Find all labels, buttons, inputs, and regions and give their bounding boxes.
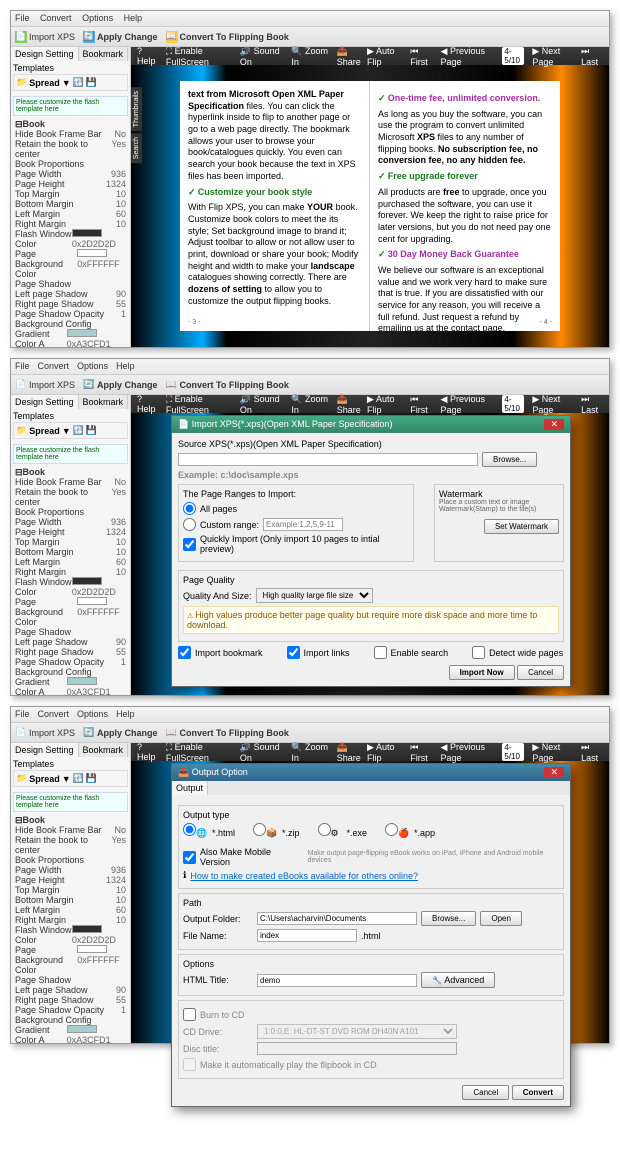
zip-radio[interactable] [253, 823, 266, 836]
template-spread[interactable]: Spread [29, 78, 60, 88]
output-dialog: 📤 Output Option✕ Output Output type 🌐*.h… [171, 763, 571, 1107]
exe-radio[interactable] [318, 823, 331, 836]
book-page-right[interactable]: ✓ One-time fee, unlimited conversion. As… [370, 81, 560, 331]
cd-drive-select: 1:0:0,E: HL-DT-ST DVD ROM DH40N A101 [257, 1024, 457, 1039]
output-folder-input[interactable] [257, 912, 417, 925]
left-panel: Design Setting Bookmark Templates 📁 Spre… [11, 47, 131, 347]
import-links-check[interactable] [287, 646, 300, 659]
float-icon[interactable]: 📁 [16, 77, 27, 88]
menu-help[interactable]: Help [124, 13, 143, 23]
open-button[interactable]: Open [480, 911, 522, 926]
sound-button[interactable]: 🔊 Sound On [240, 46, 283, 67]
prev-button[interactable]: ◀ Previous Page [441, 46, 495, 67]
page-number: - 3 - [188, 318, 200, 327]
close-icon[interactable]: ✕ [544, 419, 564, 430]
browse-button[interactable]: Browse... [482, 452, 537, 467]
last-button[interactable]: ⏭ Last [581, 46, 603, 67]
html-radio[interactable] [183, 823, 196, 836]
window-3: FileConvertOptionsHelp 📄Import XPS 🔄Appl… [10, 706, 610, 1044]
convert-button[interactable]: 📖Convert To Flipping Book [166, 379, 289, 391]
tab-bookmark[interactable]: Bookmark [79, 47, 129, 61]
share-button[interactable]: 📤 Share [337, 46, 367, 67]
import-xps-button[interactable]: 📄Import XPS [15, 31, 75, 43]
autoplay-check [183, 1058, 196, 1071]
detect-wide-check[interactable] [472, 646, 485, 659]
exe-icon: ⚙ [331, 828, 347, 844]
save-icon[interactable]: 💾 [86, 77, 97, 88]
convert-button[interactable]: Convert [512, 1085, 564, 1100]
html-title-input[interactable] [257, 974, 417, 987]
source-input[interactable] [178, 453, 478, 466]
output-tab[interactable]: Output [172, 781, 208, 795]
close-icon[interactable]: ✕ [544, 767, 564, 778]
html-icon: 🌐 [196, 828, 212, 844]
mobile-check[interactable] [183, 851, 196, 864]
apply-change-button[interactable]: 🔄Apply Change [83, 379, 158, 391]
autoflip-button[interactable]: ▶ Auto Flip [367, 46, 402, 67]
app-icon: 🍎 [398, 828, 414, 844]
menubar: File Convert Options Help [11, 11, 609, 27]
window-2: FileConvertOptionsHelp 📄Import XPS 🔄Appl… [10, 358, 610, 696]
dialog-title: 📤 Output Option [178, 767, 248, 778]
dialog-title: 📄 Import XPS(*.xps)(Open XML Paper Speci… [178, 419, 392, 430]
convert-button[interactable]: 📖Convert To Flipping Book [166, 31, 289, 43]
zoom-button[interactable]: 🔍 Zoom In [291, 46, 328, 67]
page-input[interactable]: 4-5/10 [502, 47, 524, 65]
burn-cd-check[interactable] [183, 1008, 196, 1021]
first-button[interactable]: ⏮ First [410, 46, 432, 67]
quality-select[interactable]: High quality large file size [256, 588, 373, 603]
apply-change-button[interactable]: 🔄Apply Change [83, 31, 158, 43]
import-bookmark-check[interactable] [178, 646, 191, 659]
custom-range-radio[interactable] [183, 518, 196, 531]
menu-options[interactable]: Options [82, 13, 113, 23]
all-pages-radio[interactable] [183, 502, 196, 515]
import-now-button[interactable]: Import Now [449, 665, 515, 680]
custom-range-input[interactable] [263, 518, 343, 531]
property-grid[interactable]: ⊟Book Hide Book Frame BarNoRetain the bo… [11, 118, 130, 347]
quick-import-check[interactable] [183, 538, 196, 551]
filename-input[interactable] [257, 929, 357, 942]
advanced-button[interactable]: 🔧 Advanced [421, 972, 495, 988]
disc-title-input [257, 1042, 457, 1055]
templates-label: Templates [13, 63, 128, 73]
howto-link[interactable]: How to make created eBooks available for… [190, 871, 418, 881]
enable-search-check[interactable] [374, 646, 387, 659]
menu-convert[interactable]: Convert [40, 13, 72, 23]
refresh-icon[interactable]: 🔃 [73, 77, 84, 88]
customize-msg: Please customize the flash template here [13, 96, 128, 116]
template-dropdown-icon[interactable]: ▼ [62, 78, 71, 88]
page-number: - 4 - [540, 318, 552, 327]
menu-file[interactable]: File [15, 13, 30, 23]
import-dialog: 📄 Import XPS(*.xps)(Open XML Paper Speci… [171, 415, 571, 687]
set-watermark-button[interactable]: Set Watermark [484, 519, 559, 534]
toolbar: 📄Import XPS 🔄Apply Change 📖Convert To Fl… [11, 27, 609, 47]
import-xps-button[interactable]: 📄Import XPS [15, 379, 75, 391]
book-viewer: ? Help ⛶ Enable FullScreen 🔊 Sound On 🔍 … [131, 47, 609, 347]
fullscreen-button[interactable]: ⛶ Enable FullScreen [166, 46, 232, 67]
help-button[interactable]: ? Help [137, 46, 158, 66]
book-page-left[interactable]: text from Microsoft Open XML Paper Speci… [180, 81, 370, 331]
app-radio[interactable] [385, 823, 398, 836]
quality-warning: ⚠ High values produce better page qualit… [183, 606, 559, 634]
window-1: File Convert Options Help 📄Import XPS 🔄A… [10, 10, 610, 348]
cancel-button[interactable]: Cancel [517, 665, 564, 680]
browse-button[interactable]: Browse... [421, 911, 476, 926]
cancel-button[interactable]: Cancel [462, 1085, 509, 1100]
zip-icon: 📦 [266, 828, 282, 844]
tab-design[interactable]: Design Setting [11, 47, 79, 61]
next-button[interactable]: ▶ Next Page [532, 46, 573, 67]
